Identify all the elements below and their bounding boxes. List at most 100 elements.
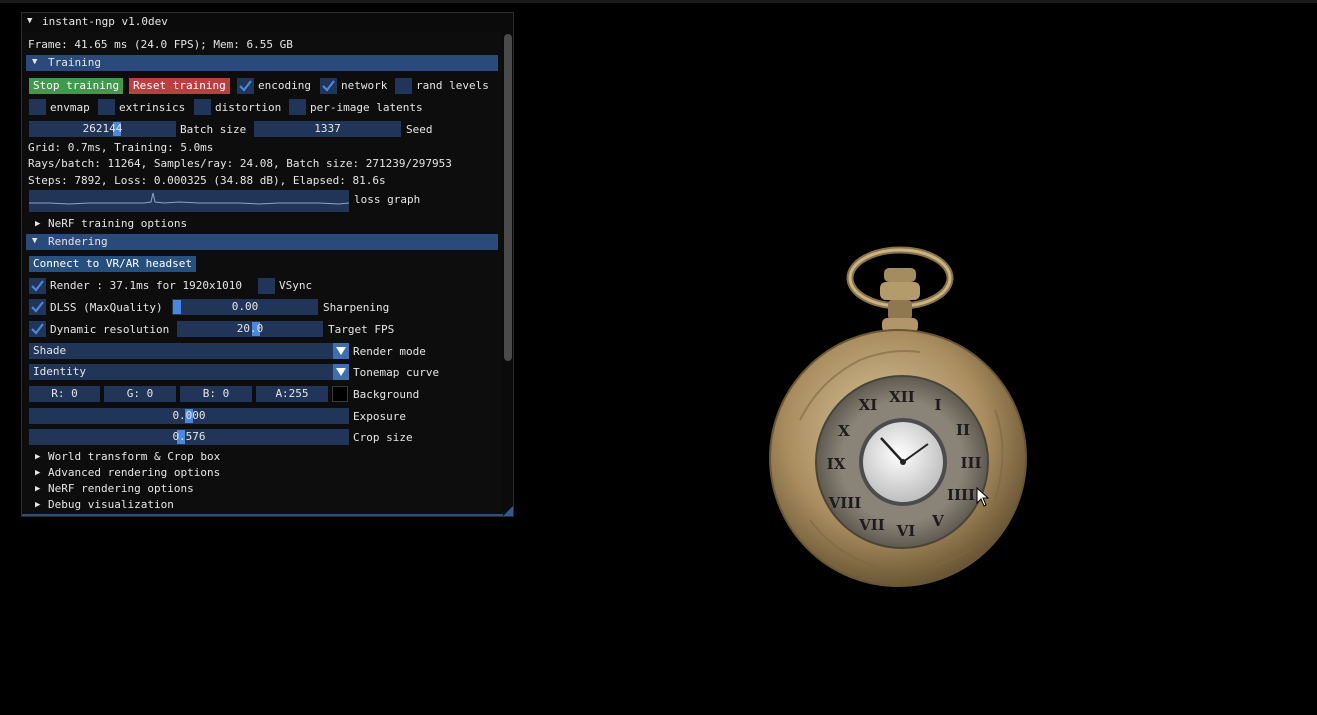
crop-size-value: 0.576 bbox=[172, 430, 206, 443]
rand-levels-label: rand levels bbox=[416, 79, 489, 92]
network-label: network bbox=[341, 79, 388, 92]
distortion-label: distortion bbox=[215, 101, 282, 114]
svg-text:II: II bbox=[956, 421, 970, 439]
checkmark-icon bbox=[322, 80, 335, 92]
checkmark-icon bbox=[31, 301, 44, 313]
tonemap-value: Identity bbox=[33, 365, 86, 378]
sharpening-label: Sharpening bbox=[323, 301, 390, 314]
svg-text:X: X bbox=[838, 422, 850, 440]
render-checkbox[interactable] bbox=[29, 278, 46, 294]
dynamic-resolution-checkbox[interactable] bbox=[29, 321, 46, 337]
sharpening-slider[interactable]: 0.00 bbox=[172, 299, 318, 315]
panel-scrollbar[interactable] bbox=[503, 32, 513, 516]
svg-text:I: I bbox=[934, 396, 941, 414]
target-fps-value: 20.0 bbox=[236, 322, 264, 335]
per-image-latents-label: per-image latents bbox=[310, 101, 423, 114]
expand-triangle-icon[interactable]: ▶ bbox=[35, 500, 40, 510]
panel-bottom-separator bbox=[22, 514, 513, 516]
crop-size-label: Crop size bbox=[353, 431, 413, 444]
checkmark-icon bbox=[31, 280, 44, 292]
tonemap-label: Tonemap curve bbox=[353, 366, 440, 379]
checkmark-icon bbox=[31, 323, 44, 335]
render-mode-select[interactable]: Shade bbox=[29, 343, 349, 359]
vsync-checkbox[interactable] bbox=[258, 278, 275, 294]
exposure-slider[interactable]: 0.000 bbox=[29, 408, 349, 424]
world-transform-section[interactable]: World transform & Crop box bbox=[48, 450, 220, 463]
exposure-label: Exposure bbox=[353, 410, 406, 423]
dlss-label: DLSS (MaxQuality) bbox=[50, 301, 163, 314]
collapse-triangle-icon: ▼ bbox=[32, 236, 38, 246]
background-b-field[interactable]: B: 0 bbox=[180, 386, 252, 402]
nerf-training-options[interactable]: NeRF training options bbox=[48, 217, 187, 230]
svg-text:IIII: IIII bbox=[947, 486, 975, 504]
expand-triangle-icon[interactable]: ▶ bbox=[35, 219, 40, 229]
render-mode-value: Shade bbox=[33, 344, 67, 357]
render-timing-label: Render : 37.1ms for 1920x1010 bbox=[50, 279, 243, 292]
exposure-value: 0.000 bbox=[172, 409, 206, 422]
extrinsics-label: extrinsics bbox=[119, 101, 186, 114]
background-label: Background bbox=[353, 388, 420, 401]
frame-info: Frame: 41.65 ms (24.0 FPS); Mem: 6.55 GB bbox=[28, 38, 293, 51]
tonemap-select[interactable]: Identity bbox=[29, 364, 349, 380]
rendering-header[interactable]: ▼ Rendering bbox=[26, 234, 498, 250]
expand-triangle-icon[interactable]: ▶ bbox=[35, 452, 40, 462]
batch-size-field[interactable]: 262144 bbox=[29, 121, 176, 137]
svg-text:VIII: VIII bbox=[828, 494, 862, 512]
window-titlebar[interactable]: ▼ instant-ngp v1.0dev bbox=[22, 13, 513, 32]
training-header-label: Training bbox=[48, 56, 101, 69]
stats-rays: Rays/batch: 11264, Samples/ray: 24.08, B… bbox=[28, 157, 452, 170]
dynamic-resolution-label: Dynamic resolution bbox=[50, 323, 170, 336]
target-fps-slider[interactable]: 20.0 bbox=[177, 321, 323, 337]
seed-field[interactable]: 1337 bbox=[254, 121, 401, 137]
background-a-field[interactable]: A:255 bbox=[256, 386, 328, 402]
connect-vr-button[interactable]: Connect to VR/AR headset bbox=[29, 256, 196, 272]
nerf-rendering-section[interactable]: NeRF rendering options bbox=[48, 482, 194, 495]
advanced-rendering-section[interactable]: Advanced rendering options bbox=[48, 466, 220, 479]
pocket-watch-render: XII I II III IIII V VI VII VIII IX X XI bbox=[769, 246, 1027, 587]
envmap-checkbox[interactable] bbox=[29, 99, 46, 115]
collapse-triangle-icon: ▼ bbox=[32, 57, 38, 67]
expand-triangle-icon[interactable]: ▶ bbox=[35, 484, 40, 494]
loss-graph bbox=[29, 190, 350, 212]
encoding-checkbox[interactable] bbox=[237, 78, 254, 94]
dropdown-arrow-icon[interactable] bbox=[333, 343, 349, 359]
encoding-label: encoding bbox=[258, 79, 311, 92]
stats-steps: Steps: 7892, Loss: 0.000325 (34.88 dB), … bbox=[28, 174, 386, 187]
scrollbar-thumb[interactable] bbox=[504, 34, 512, 361]
extrinsics-checkbox[interactable] bbox=[98, 99, 115, 115]
sharpening-slider-grab[interactable] bbox=[173, 300, 181, 314]
background-g-field[interactable]: G: 0 bbox=[104, 386, 176, 402]
loss-graph-label: loss graph bbox=[354, 193, 421, 206]
dlss-checkbox[interactable] bbox=[29, 299, 46, 315]
mouse-cursor-icon bbox=[976, 487, 990, 507]
background-color-swatch[interactable] bbox=[332, 386, 348, 402]
crop-size-slider[interactable]: 0.576 bbox=[29, 429, 349, 445]
vsync-label: VSync bbox=[279, 279, 313, 292]
reset-training-button[interactable]: Reset training bbox=[129, 78, 230, 94]
svg-text:V: V bbox=[931, 512, 944, 530]
svg-text:III: III bbox=[960, 454, 981, 472]
resize-grip[interactable] bbox=[503, 506, 513, 516]
envmap-label: envmap bbox=[50, 101, 90, 114]
window-title: instant-ngp v1.0dev bbox=[42, 15, 168, 28]
per-image-latents-checkbox[interactable] bbox=[289, 99, 306, 115]
collapse-triangle-icon[interactable]: ▼ bbox=[27, 16, 32, 26]
dropdown-arrow-icon[interactable] bbox=[333, 364, 349, 380]
svg-text:XII: XII bbox=[889, 388, 915, 406]
seed-label: Seed bbox=[406, 123, 433, 136]
training-header[interactable]: ▼ Training bbox=[26, 55, 498, 71]
stop-training-button[interactable]: Stop training bbox=[29, 78, 124, 94]
svg-text:XI: XI bbox=[859, 396, 878, 414]
background-r-field[interactable]: R: 0 bbox=[29, 386, 100, 402]
expand-triangle-icon[interactable]: ▶ bbox=[35, 468, 40, 478]
top-border bbox=[0, 0, 1317, 3]
svg-text:VI: VI bbox=[896, 522, 916, 540]
target-fps-label: Target FPS bbox=[328, 323, 395, 336]
network-checkbox[interactable] bbox=[320, 78, 337, 94]
checkmark-icon bbox=[239, 80, 252, 92]
debug-visualization-section[interactable]: Debug visualization bbox=[48, 498, 174, 511]
rand-levels-checkbox[interactable] bbox=[395, 78, 412, 94]
loss-graph-line bbox=[29, 192, 350, 205]
distortion-checkbox[interactable] bbox=[194, 99, 211, 115]
seed-value: 1337 bbox=[314, 122, 341, 135]
